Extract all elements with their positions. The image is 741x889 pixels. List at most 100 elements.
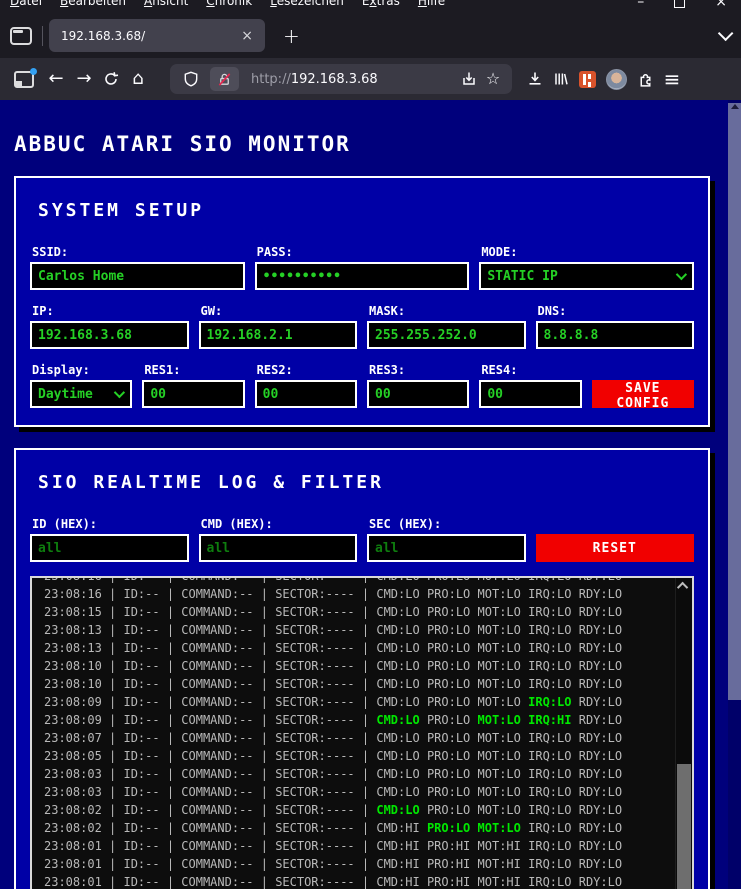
chevron-down-icon xyxy=(675,268,688,281)
log-row: 23:08:05 | ID:-- | COMMAND:-- | SECTOR:-… xyxy=(44,749,623,763)
back-button[interactable]: ← xyxy=(42,70,70,88)
browser-window: Datei Bearbeiten Ansicht Chronik Lesezeichen… xyxy=(0,0,741,889)
lock-insecure-icon xyxy=(218,72,231,86)
res3-input[interactable] xyxy=(367,380,470,408)
log-row: 23:08:01 | ID:-- | COMMAND:-- | SECTOR:-… xyxy=(44,857,623,871)
reset-button[interactable]: RESET xyxy=(535,534,694,562)
chevron-up-icon xyxy=(676,581,689,594)
ssid-label: SSID: xyxy=(32,245,69,259)
page-scrollbar-thumb[interactable] xyxy=(728,103,741,700)
url-scheme: http:// xyxy=(251,71,291,87)
page-content: ABBUC ATARI SIO MONITOR SYSTEM SETUP SSI… xyxy=(0,100,728,889)
menu-bar: Datei Bearbeiten Ansicht Chronik Lesezeichen… xyxy=(0,0,741,13)
firefox-view-icon[interactable] xyxy=(10,26,32,45)
reload-icon[interactable] xyxy=(98,71,124,87)
sio-log-heading: SIO REALTIME LOG & FILTER xyxy=(38,472,384,493)
log-rows: 23:08:16 | ID:-- | COMMAND:-- | SECTOR:-… xyxy=(32,578,692,889)
menu-extras[interactable]: Extras xyxy=(362,0,400,13)
hamburger-menu-icon[interactable]: ≡ xyxy=(658,67,686,91)
mode-select[interactable]: STATIC IP xyxy=(479,262,694,290)
filter-sec-input[interactable] xyxy=(367,534,526,562)
log-row: 23:08:10 | ID:-- | COMMAND:-- | SECTOR:-… xyxy=(44,677,623,691)
log-box: 23:08:16 | ID:-- | COMMAND:-- | SECTOR:-… xyxy=(30,576,694,889)
url-text[interactable]: http://192.168.3.68 xyxy=(251,72,456,87)
menu-hilfe[interactable]: Hilfe xyxy=(418,0,445,13)
tab-close-icon[interactable]: × xyxy=(237,28,257,44)
mask-input[interactable] xyxy=(367,321,526,349)
log-row: 23:08:09 | ID:-- | COMMAND:-- | SECTOR:-… xyxy=(44,695,623,709)
log-row: 23:08:16 | ID:-- | COMMAND:-- | SECTOR:-… xyxy=(44,587,623,601)
gw-label: GW: xyxy=(200,304,223,318)
filter-sec-label: SEC (HEX): xyxy=(369,517,442,531)
navigation-toolbar: ← → ⌂ http://192.168.3.68 ☆ ≡ xyxy=(0,58,741,100)
tab-separator xyxy=(42,25,43,46)
gw-input[interactable] xyxy=(198,321,357,349)
log-row: 23:08:13 | ID:-- | COMMAND:-- | SECTOR:-… xyxy=(44,623,623,637)
mode-select-value: STATIC IP xyxy=(487,268,558,284)
log-row: 23:08:09 | ID:-- | COMMAND:-- | SECTOR:-… xyxy=(44,713,623,727)
menu-lesezeichen[interactable]: Lesezeichen xyxy=(270,0,344,13)
log-scroll-up-button[interactable] xyxy=(676,578,692,594)
save-page-icon[interactable] xyxy=(456,71,482,87)
log-row: 23:08:03 | ID:-- | COMMAND:-- | SECTOR:-… xyxy=(44,767,623,781)
window-controls: – × xyxy=(637,0,741,13)
mode-label: MODE: xyxy=(481,245,518,259)
filter-id-input[interactable] xyxy=(30,534,189,562)
extension-badge-icon[interactable] xyxy=(579,70,596,88)
new-tab-button[interactable]: + xyxy=(277,24,306,48)
ip-input[interactable] xyxy=(30,321,189,349)
pass-input[interactable] xyxy=(254,262,470,290)
firefox-view-toolbar-icon[interactable] xyxy=(14,67,37,88)
tab-list-chevron-icon[interactable] xyxy=(717,25,734,42)
forward-button[interactable]: → xyxy=(70,70,98,88)
filter-cmd-input[interactable] xyxy=(198,534,357,562)
filter-id-label: ID (HEX): xyxy=(32,517,98,531)
extensions-puzzle-icon[interactable] xyxy=(632,71,658,88)
log-row: 23:08:15 | ID:-- | COMMAND:-- | SECTOR:-… xyxy=(44,605,623,619)
pass-label: PASS: xyxy=(256,245,293,259)
filter-cmd-label: CMD (HEX): xyxy=(200,517,273,531)
url-host: 192.168.3.68 xyxy=(290,71,378,87)
url-bar[interactable]: http://192.168.3.68 ☆ xyxy=(170,64,512,94)
display-select-value: Daytime xyxy=(38,386,93,402)
menu-ansicht[interactable]: Ansicht xyxy=(144,0,188,13)
system-setup-heading: SYSTEM SETUP xyxy=(38,200,205,221)
res1-input[interactable] xyxy=(142,380,245,408)
bookmark-star-icon[interactable]: ☆ xyxy=(482,70,504,88)
log-row: 23:08:01 | ID:-- | COMMAND:-- | SECTOR:-… xyxy=(44,875,623,889)
maximize-button[interactable] xyxy=(674,0,686,8)
log-scrollbar-thumb[interactable] xyxy=(677,764,691,889)
tracking-shield-icon[interactable] xyxy=(178,71,204,87)
close-button[interactable]: × xyxy=(715,0,727,9)
tab-title: 192.168.3.68/ xyxy=(61,28,146,43)
log-row: 23:08:01 | ID:-- | COMMAND:-- | SECTOR:-… xyxy=(44,839,623,853)
dns-input[interactable] xyxy=(535,321,694,349)
menu-datei[interactable]: Datei xyxy=(10,0,42,13)
downloads-icon[interactable] xyxy=(522,71,548,87)
log-row: 23:08:02 | ID:-- | COMMAND:-- | SECTOR:-… xyxy=(44,821,623,835)
sio-log-panel: SIO REALTIME LOG & FILTER ID (HEX): CMD … xyxy=(14,448,710,889)
res2-input[interactable] xyxy=(254,380,357,408)
insecure-lock-chip[interactable] xyxy=(210,67,239,91)
display-select[interactable]: Daytime xyxy=(30,380,133,408)
home-button[interactable]: ⌂ xyxy=(124,70,152,88)
log-row: 23:08:02 | ID:-- | COMMAND:-- | SECTOR:-… xyxy=(44,803,623,817)
minimize-button[interactable]: – xyxy=(637,0,644,9)
log-row: 23:08:10 | ID:-- | COMMAND:-- | SECTOR:-… xyxy=(44,659,623,673)
menu-chronik[interactable]: Chronik xyxy=(206,0,252,13)
log-scrollbar[interactable] xyxy=(675,578,692,889)
res2-label: RES2: xyxy=(256,363,293,377)
dns-label: DNS: xyxy=(537,304,567,318)
browser-tab[interactable]: 192.168.3.68/ × xyxy=(49,19,265,52)
library-icon[interactable] xyxy=(548,71,574,87)
menu-bearbeiten[interactable]: Bearbeiten xyxy=(60,0,126,13)
ip-label: IP: xyxy=(32,304,54,318)
ssid-input[interactable] xyxy=(30,262,245,290)
res3-label: RES3: xyxy=(369,363,406,377)
page-scrollbar[interactable] xyxy=(728,100,741,889)
mask-label: MASK: xyxy=(369,304,406,318)
save-config-button[interactable]: SAVE CONFIG xyxy=(591,380,694,411)
scroll-up-arrow-icon xyxy=(731,104,739,109)
res4-input[interactable] xyxy=(479,380,582,408)
profile-avatar[interactable] xyxy=(606,68,627,90)
